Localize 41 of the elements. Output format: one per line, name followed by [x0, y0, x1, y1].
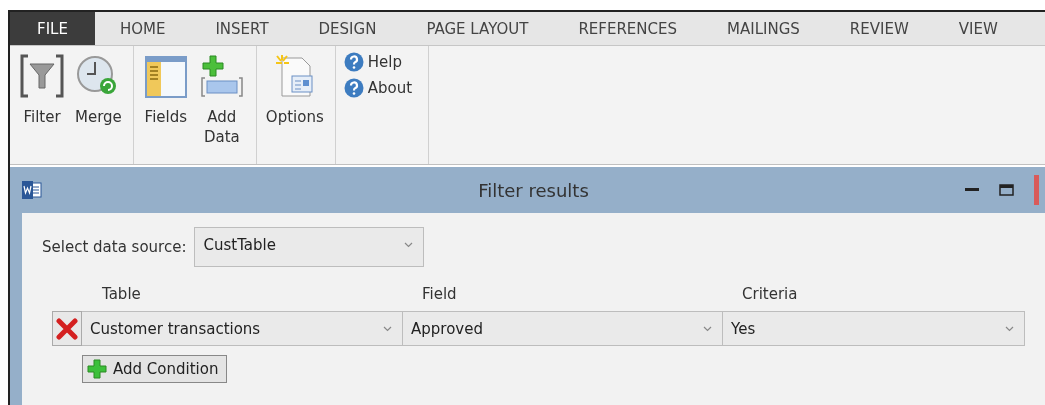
data-source-dropdown[interactable]: CustTable	[194, 227, 425, 267]
ribbon-tab[interactable]: REFERENCES	[553, 12, 703, 45]
chevron-icon	[404, 242, 414, 248]
word-icon	[22, 181, 42, 199]
ribbon-tab[interactable]: INSERT	[190, 12, 294, 45]
ribbon-tab[interactable]: DESIGN	[293, 12, 402, 45]
add-field-icon	[198, 54, 245, 98]
dialog-title: Filter results	[477, 179, 590, 201]
panel-icon	[142, 54, 189, 98]
ribbon-tab[interactable]: PAGE LAYOUT	[401, 12, 554, 45]
table-dropdown[interactable]: Customer transactions	[82, 311, 403, 346]
field-label: Select data source:	[42, 238, 187, 256]
chevron-icon	[1005, 325, 1014, 332]
ribbon-button[interactable]: Filter	[16, 50, 68, 160]
column-header: Criteria	[741, 285, 799, 303]
column-header: Field	[421, 285, 458, 303]
help-icon	[343, 78, 364, 98]
ribbon-button[interactable]: Fields	[139, 50, 192, 160]
chevron-icon	[383, 325, 392, 332]
add-condition-button[interactable]: Add Condition	[82, 355, 228, 383]
plus-icon	[87, 359, 107, 379]
maximize-icon[interactable]	[999, 184, 1014, 196]
ribbon-button[interactable]: Options	[262, 50, 327, 160]
ribbon-tab[interactable]: FILE	[10, 12, 95, 45]
ribbon-tab[interactable]: REVIEW	[824, 12, 934, 45]
ribbon-tab[interactable]: MAILINGS	[702, 12, 825, 45]
ribbon-tab[interactable]: VIEW	[933, 12, 1023, 45]
ribbon-tab[interactable]: HOME	[94, 12, 191, 45]
funnel-icon	[19, 54, 65, 98]
close-icon	[56, 317, 78, 340]
ribbon-button[interactable]: Help	[341, 50, 404, 74]
delete-button[interactable]	[52, 311, 82, 346]
ribbon-button[interactable]: Merge	[72, 50, 125, 160]
help-icon	[343, 52, 364, 72]
field-dropdown[interactable]: Approved	[403, 311, 723, 346]
minimize-icon[interactable]	[965, 188, 979, 192]
ribbon-button[interactable]: Add Data	[195, 50, 248, 160]
column-header: Table	[101, 285, 142, 303]
criteria-dropdown[interactable]: Yes	[723, 311, 1025, 346]
ribbon-button[interactable]: About	[341, 76, 415, 100]
chevron-icon	[703, 325, 712, 332]
